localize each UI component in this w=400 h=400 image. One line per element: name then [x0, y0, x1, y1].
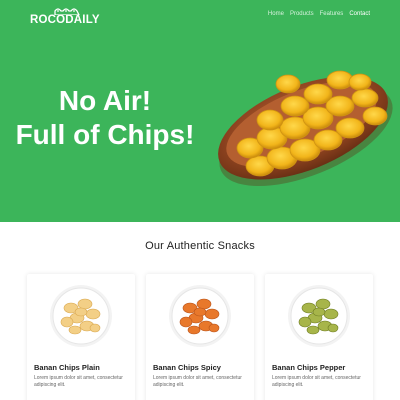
- nav-products[interactable]: Products: [290, 11, 314, 17]
- nav-home[interactable]: Home: [268, 11, 284, 17]
- product-card-plain[interactable]: Banan Chips Plain Lorem ipsum dolor sit …: [27, 274, 135, 400]
- plain-chips-image: [50, 285, 112, 347]
- product-name: Banan Chips Pepper: [272, 363, 346, 372]
- product-card-pepper[interactable]: Banan Chips Pepper Lorem ipsum dolor sit…: [265, 274, 373, 400]
- main-nav: Home Products Features Contact: [268, 11, 370, 17]
- chips-bowl-image: [218, 70, 393, 187]
- nav-contact[interactable]: Contact: [349, 11, 370, 17]
- product-card-spicy[interactable]: Banan Chips Spicy Lorem ipsum dolor sit …: [146, 274, 254, 400]
- product-cards: Banan Chips Plain Lorem ipsum dolor sit …: [27, 274, 373, 400]
- hero-banner: ROCODAILY Home Products Features Contact…: [0, 0, 400, 222]
- product-name: Banan Chips Plain: [34, 363, 100, 372]
- product-description: Lorem ipsum dolor sit amet, consectetur …: [34, 375, 123, 388]
- spicy-chips-image: [169, 285, 231, 347]
- product-description: Lorem ipsum dolor sit amet, consectetur …: [153, 375, 242, 388]
- hero-headline: No Air! Full of Chips!: [10, 84, 200, 152]
- section-title: Our Authentic Snacks: [145, 240, 255, 252]
- pepper-chips-image: [288, 285, 350, 347]
- product-name: Banan Chips Spicy: [153, 363, 221, 372]
- hero-line-1: No Air!: [58, 85, 152, 116]
- product-description: Lorem ipsum dolor sit amet, consectetur …: [272, 375, 361, 388]
- brand-logo[interactable]: ROCODAILY: [30, 6, 102, 28]
- brand-name: ROCODAILY: [30, 14, 100, 26]
- nav-features[interactable]: Features: [320, 11, 344, 17]
- hero-line-2: Full of Chips!: [15, 119, 195, 150]
